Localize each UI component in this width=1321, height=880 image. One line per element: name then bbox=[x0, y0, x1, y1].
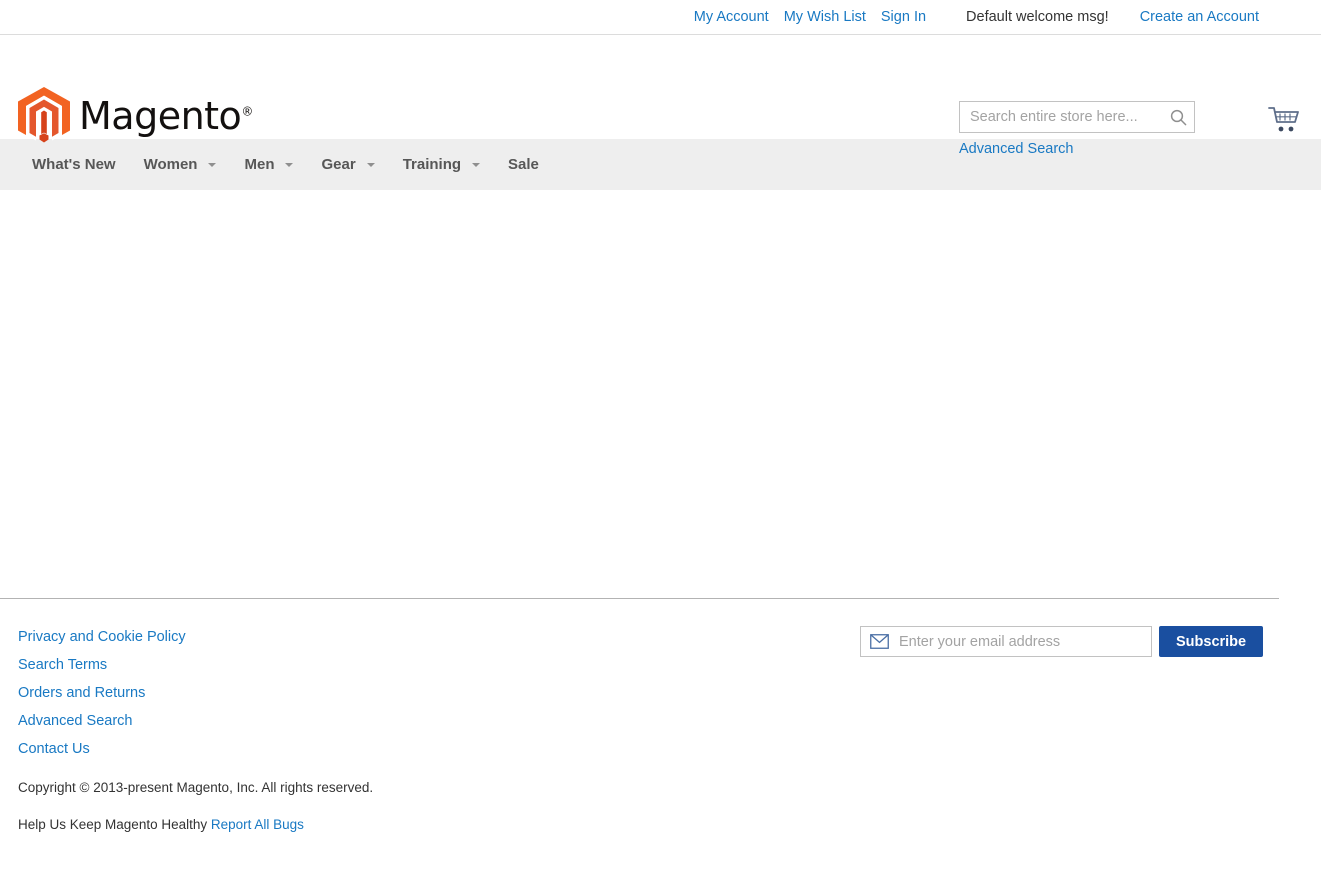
footer-link-contact-us[interactable]: Contact Us bbox=[18, 735, 90, 763]
my-wish-list-link[interactable]: My Wish List bbox=[784, 10, 866, 25]
nav-item-training[interactable]: Training bbox=[389, 139, 494, 190]
nav-item-sale[interactable]: Sale bbox=[494, 139, 553, 190]
page-header: Magento® Advanced Search bbox=[0, 35, 1321, 157]
copyright-text: Copyright © 2013-present Magento, Inc. A… bbox=[18, 780, 374, 795]
minicart-button[interactable] bbox=[1267, 105, 1301, 135]
magento-logo-text: Magento® bbox=[79, 94, 253, 138]
registered-mark: ® bbox=[241, 104, 253, 119]
welcome-message: Default welcome msg! bbox=[966, 8, 1109, 25]
magento-logo[interactable]: Magento® bbox=[18, 87, 253, 145]
nav-item-label: Training bbox=[402, 156, 462, 173]
search-icon bbox=[1170, 109, 1186, 125]
create-account-link[interactable]: Create an Account bbox=[1140, 10, 1259, 25]
report-bugs-text: Help Us Keep Magento Healthy bbox=[18, 817, 208, 832]
magento-logo-icon bbox=[18, 87, 70, 143]
report-all-bugs-link[interactable]: Report All Bugs bbox=[211, 817, 304, 832]
footer-link-search-terms[interactable]: Search Terms bbox=[18, 651, 107, 679]
footer-link-orders-returns[interactable]: Orders and Returns bbox=[18, 679, 145, 707]
footer-link-advanced-search[interactable]: Advanced Search bbox=[18, 707, 132, 735]
newsletter-email-input[interactable] bbox=[860, 626, 1152, 657]
newsletter-signup: Subscribe bbox=[860, 626, 1264, 657]
search-button[interactable] bbox=[1165, 105, 1191, 129]
sign-in-link[interactable]: Sign In bbox=[881, 10, 926, 25]
header-actions: Advanced Search bbox=[959, 101, 1299, 158]
footer-links: Privacy and Cookie Policy Search Terms O… bbox=[18, 623, 186, 763]
nav-item-men[interactable]: Men bbox=[230, 139, 307, 190]
page-footer: Privacy and Cookie Policy Search Terms O… bbox=[0, 598, 1321, 831]
top-panel-links: My Account My Wish List Sign In Default … bbox=[694, 10, 1259, 25]
my-account-link[interactable]: My Account bbox=[694, 10, 769, 25]
search-input[interactable] bbox=[959, 101, 1195, 133]
footer-link-privacy[interactable]: Privacy and Cookie Policy bbox=[18, 623, 186, 651]
shopping-cart-icon bbox=[1268, 107, 1299, 132]
subscribe-button[interactable]: Subscribe bbox=[1159, 626, 1264, 657]
nav-item-label: Women bbox=[143, 156, 198, 173]
top-panel: My Account My Wish List Sign In Default … bbox=[0, 0, 1321, 35]
nav-item-whats-new[interactable]: What's New bbox=[18, 139, 130, 190]
advanced-search-link[interactable]: Advanced Search bbox=[959, 141, 1073, 157]
footer-body: Privacy and Cookie Policy Search Terms O… bbox=[0, 599, 1321, 831]
chevron-down-icon bbox=[285, 162, 294, 167]
report-bugs-line: Help Us Keep Magento Healthy Report All … bbox=[18, 818, 304, 832]
nav-item-gear[interactable]: Gear bbox=[307, 139, 388, 190]
nav-item-label: What's New bbox=[32, 156, 116, 173]
nav-item-label: Men bbox=[244, 156, 275, 173]
nav-item-label: Gear bbox=[321, 156, 356, 173]
search-box bbox=[959, 101, 1195, 133]
chevron-down-icon bbox=[208, 162, 217, 167]
chevron-down-icon bbox=[366, 162, 375, 167]
nav-item-women[interactable]: Women bbox=[130, 139, 231, 190]
main-content-area bbox=[0, 190, 1321, 598]
nav-item-label: Sale bbox=[508, 156, 539, 173]
chevron-down-icon bbox=[472, 162, 481, 167]
newsletter-input-wrap bbox=[860, 626, 1152, 657]
